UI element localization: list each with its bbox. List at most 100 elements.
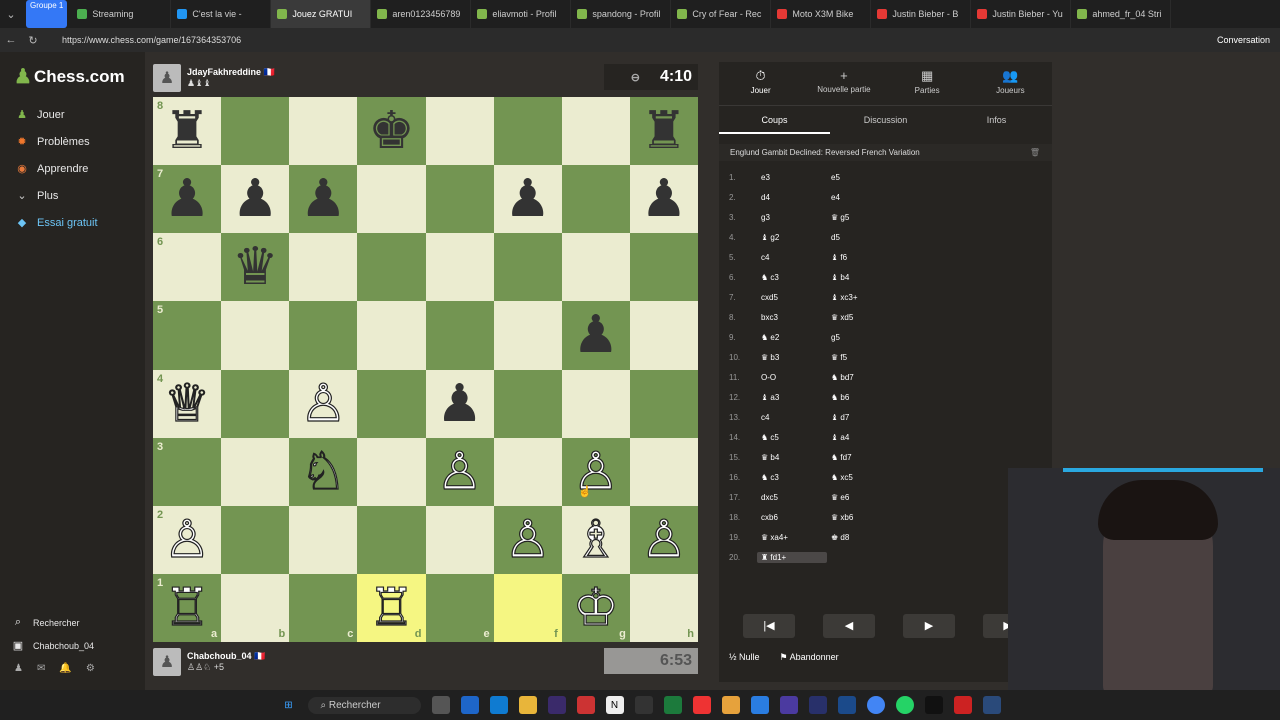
- black-move[interactable]: ♚ d8: [819, 533, 889, 542]
- white-knight-icon[interactable]: ♘: [299, 445, 347, 498]
- white-move[interactable]: ♝ g2: [749, 233, 819, 242]
- conversation-button[interactable]: Conversation: [1217, 35, 1270, 45]
- black-move[interactable]: ♝ b4: [819, 273, 889, 282]
- browser-tab[interactable]: Cry of Fear - Rec: [671, 0, 772, 28]
- app-icon[interactable]: [953, 696, 972, 714]
- white-pawn-icon[interactable]: ♙: [436, 445, 484, 498]
- tiktok-icon[interactable]: [924, 696, 943, 714]
- square-f6[interactable]: [493, 233, 562, 302]
- square-d8[interactable]: ♚: [357, 97, 426, 166]
- black-rook-icon[interactable]: ♜: [164, 105, 211, 157]
- black-move[interactable]: ♛ g5: [819, 213, 889, 222]
- app-icon[interactable]: [750, 696, 769, 714]
- white-rook-icon[interactable]: ♖: [368, 581, 416, 634]
- square-a7[interactable]: 7 ♟: [153, 165, 222, 234]
- tab-infos[interactable]: Infos: [941, 106, 1052, 134]
- square-c1[interactable]: c: [289, 573, 358, 642]
- square-f2[interactable]: ♙: [493, 505, 562, 574]
- browser-tab[interactable]: Streaming: [71, 0, 172, 28]
- excel-icon[interactable]: [663, 696, 682, 714]
- square-d3[interactable]: [357, 437, 426, 506]
- black-move[interactable]: g5: [819, 333, 889, 342]
- square-h4[interactable]: [629, 369, 698, 438]
- sidebar-item-jouer[interactable]: ♟ Jouer: [0, 101, 145, 128]
- friends-icon[interactable]: ♟: [14, 663, 23, 674]
- browser-tab[interactable]: Jouez GRATUI: [271, 0, 372, 28]
- browser-tab[interactable]: Justin Bieber - Yu: [971, 0, 1072, 28]
- square-c5[interactable]: [289, 301, 358, 370]
- settings-gear-icon[interactable]: ⚙: [86, 663, 95, 674]
- panel-button-nouvelle-partie[interactable]: + Nouvelle partie: [802, 62, 885, 105]
- square-e5[interactable]: [425, 301, 494, 370]
- square-c6[interactable]: [289, 233, 358, 302]
- white-move[interactable]: O-O: [749, 373, 819, 382]
- square-d5[interactable]: [357, 301, 426, 370]
- calculator-icon[interactable]: [634, 696, 653, 714]
- white-move[interactable]: ♞ e2: [749, 333, 819, 342]
- white-move[interactable]: dxc5: [749, 493, 819, 502]
- panel-button-jouer[interactable]: ⏱ Jouer: [719, 62, 802, 105]
- black-pawn-icon[interactable]: ♟: [641, 173, 688, 225]
- black-pawn-icon[interactable]: ♟: [232, 173, 279, 225]
- white-pawn-icon[interactable]: ♙: [504, 513, 552, 566]
- square-b3[interactable]: [221, 437, 290, 506]
- browser-tab[interactable]: spandong - Profil: [571, 0, 672, 28]
- media-encoder-icon[interactable]: [779, 696, 798, 714]
- white-move[interactable]: c4: [749, 413, 819, 422]
- black-move[interactable]: ♛ xd5: [819, 313, 889, 322]
- white-rook-icon[interactable]: ♖: [163, 581, 211, 634]
- black-move[interactable]: ♞ xc5: [819, 473, 889, 482]
- white-move[interactable]: cxd5: [749, 293, 819, 302]
- square-a3[interactable]: 3: [153, 437, 222, 506]
- sidebar-search[interactable]: ⌕ Rechercher: [0, 611, 145, 634]
- black-move[interactable]: ♝ f6: [819, 253, 889, 262]
- white-move[interactable]: ♝ a3: [749, 393, 819, 402]
- tab-group-badge[interactable]: Groupe 1: [26, 0, 68, 28]
- bell-icon[interactable]: 🔔: [59, 663, 71, 674]
- square-f8[interactable]: [493, 97, 562, 166]
- white-move[interactable]: ♛ b3: [749, 353, 819, 362]
- black-move[interactable]: ♝ d7: [819, 413, 889, 422]
- browser-tab[interactable]: eliavmoti - Profil: [471, 0, 572, 28]
- white-pawn-icon[interactable]: ♙: [640, 513, 688, 566]
- url-field[interactable]: https://www.chess.com/game/167364353706: [52, 35, 1209, 45]
- black-king-icon[interactable]: ♚: [368, 105, 415, 157]
- square-a5[interactable]: 5: [153, 301, 222, 370]
- browser-tab[interactable]: Justin Bieber - B: [871, 0, 972, 28]
- browser-tab[interactable]: aren0123456789: [371, 0, 472, 28]
- square-f4[interactable]: [493, 369, 562, 438]
- windows-start-icon[interactable]: ⊞: [279, 696, 297, 714]
- square-h3[interactable]: [629, 437, 698, 506]
- edge-icon[interactable]: [489, 696, 508, 714]
- black-pawn-icon[interactable]: ♟: [164, 173, 211, 225]
- white-move[interactable]: ♞ c5: [749, 433, 819, 442]
- white-move[interactable]: d4: [749, 193, 819, 202]
- square-g4[interactable]: [561, 369, 630, 438]
- square-h1[interactable]: h: [629, 573, 698, 642]
- free-trial-link[interactable]: ◆ Essai gratuit: [0, 209, 145, 236]
- white-move[interactable]: bxc3: [749, 313, 819, 322]
- draw-button[interactable]: ½ Nulle: [729, 652, 760, 663]
- square-b2[interactable]: [221, 505, 290, 574]
- square-g5[interactable]: ♟: [561, 301, 630, 370]
- panel-button-parties[interactable]: ▦ Parties: [886, 62, 969, 105]
- black-move[interactable]: e5: [819, 173, 889, 182]
- sidebar-item-problèmes[interactable]: ✹ Problèmes: [0, 128, 145, 155]
- square-a1[interactable]: 1 a ♖: [153, 573, 222, 642]
- black-move[interactable]: ♝ a4: [819, 433, 889, 442]
- sidebar-item-plus[interactable]: ⌄ Plus: [0, 182, 145, 209]
- square-a2[interactable]: 2 ♙: [153, 505, 222, 574]
- black-rook-icon[interactable]: ♜: [641, 105, 688, 157]
- tab-search-icon[interactable]: ⌄: [0, 8, 22, 21]
- square-h8[interactable]: ♜: [629, 97, 698, 166]
- app-icon[interactable]: [721, 696, 740, 714]
- black-move[interactable]: ♛ xb6: [819, 513, 889, 522]
- black-move[interactable]: ♞ bd7: [819, 373, 889, 382]
- square-d4[interactable]: [357, 369, 426, 438]
- black-pawn-icon[interactable]: ♟: [504, 173, 551, 225]
- black-pawn-icon[interactable]: ♟: [300, 173, 347, 225]
- white-pawn-icon[interactable]: ♙: [299, 377, 347, 430]
- square-c8[interactable]: [289, 97, 358, 166]
- square-b6[interactable]: ♛: [221, 233, 290, 302]
- trash-icon[interactable]: 🗑: [1030, 148, 1040, 157]
